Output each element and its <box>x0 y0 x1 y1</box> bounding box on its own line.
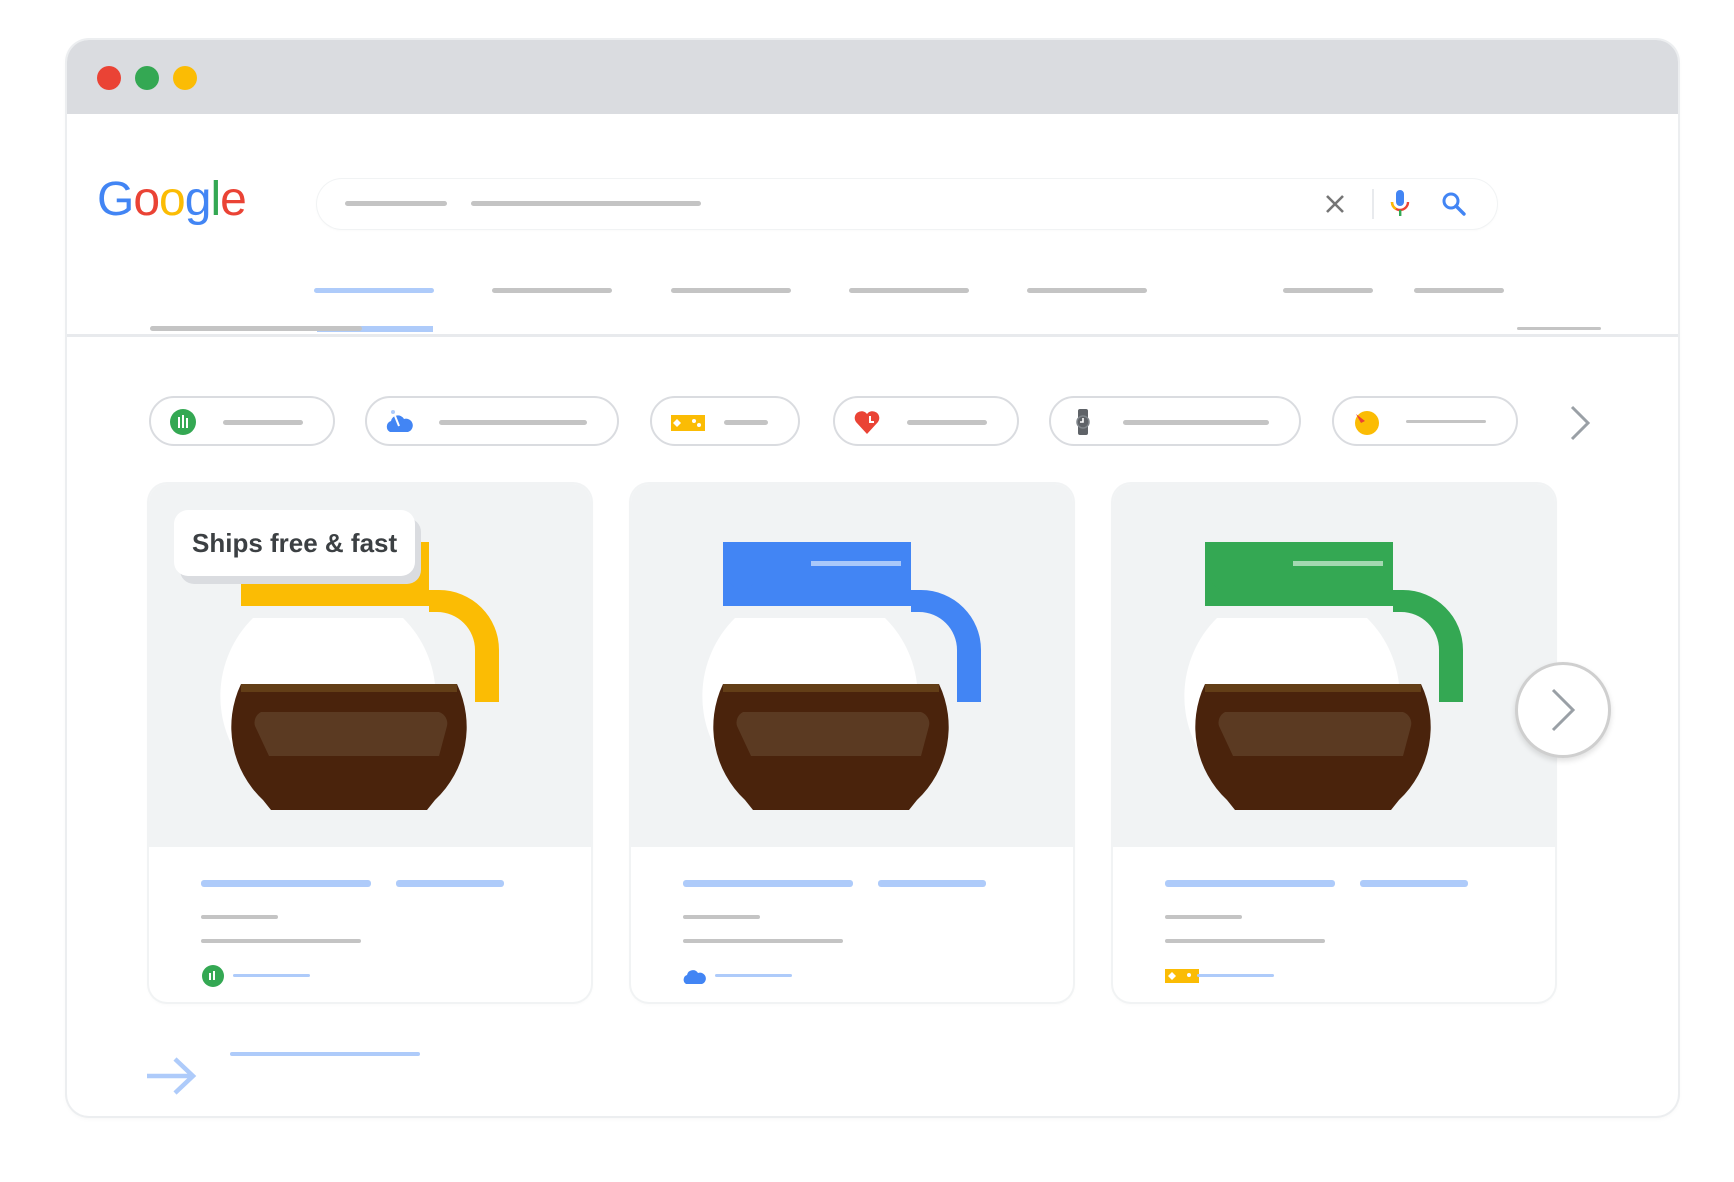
filter-chip[interactable] <box>365 396 619 446</box>
logo-letter: o <box>133 173 160 226</box>
seller-name-placeholder[interactable] <box>715 974 792 977</box>
heart-icon <box>854 411 880 434</box>
carousel-next-button[interactable] <box>1515 662 1611 758</box>
tab-all[interactable] <box>314 288 434 293</box>
minimize-window-button[interactable] <box>135 66 159 90</box>
cloud-icon <box>386 410 413 432</box>
query-text-placeholder <box>345 201 447 206</box>
microphone-icon[interactable] <box>1385 189 1415 219</box>
pizza-icon <box>1355 411 1379 435</box>
search-icon[interactable] <box>1439 189 1469 219</box>
seller-name-placeholder[interactable] <box>1197 974 1274 977</box>
search-divider <box>1372 189 1374 219</box>
filter-chip[interactable] <box>149 396 335 446</box>
ticket-icon <box>671 415 705 431</box>
product-title-placeholder[interactable] <box>683 880 853 887</box>
logo-letter: l <box>210 173 221 226</box>
details-placeholder <box>201 939 361 943</box>
price-placeholder <box>683 915 760 919</box>
chip-label-placeholder <box>1406 420 1486 423</box>
chip-label-placeholder <box>724 420 768 425</box>
logo-letter: e <box>220 173 247 226</box>
product-image[interactable] <box>631 484 1073 847</box>
coffee-pot-icon <box>1184 542 1463 810</box>
product-title-placeholder[interactable] <box>396 880 504 887</box>
details-placeholder <box>1165 939 1325 943</box>
search-header: Google <box>67 114 1678 337</box>
search-box[interactable] <box>317 179 1497 229</box>
chip-label-placeholder <box>907 420 987 425</box>
product-image[interactable] <box>1113 484 1555 847</box>
tab-settings[interactable] <box>1414 288 1504 293</box>
tab-5[interactable] <box>1027 288 1147 293</box>
price-placeholder <box>1165 915 1242 919</box>
chips-next-icon[interactable] <box>1567 403 1593 443</box>
chip-label-placeholder <box>223 420 303 425</box>
chevron-right-icon <box>1551 688 1576 732</box>
arrow-right-icon[interactable] <box>145 1055 199 1097</box>
seller-name-placeholder[interactable] <box>233 974 310 977</box>
maximize-window-button[interactable] <box>173 66 197 90</box>
tab-2[interactable] <box>492 288 612 293</box>
browser-window: Google Ships free & fast <box>67 40 1678 1116</box>
close-window-button[interactable] <box>97 66 121 90</box>
product-title-placeholder[interactable] <box>1360 880 1468 887</box>
logo-letter: o <box>159 173 186 226</box>
google-logo[interactable]: Google <box>97 172 247 227</box>
product-image[interactable]: Ships free & fast <box>149 484 591 847</box>
more-results-link-placeholder[interactable] <box>230 1052 420 1056</box>
filter-chip[interactable] <box>1049 396 1301 446</box>
coffee-pot-icon <box>702 542 981 810</box>
filter-chip[interactable] <box>1332 396 1518 446</box>
eco-leaf-icon <box>202 965 224 987</box>
tab-tools[interactable] <box>1283 288 1373 293</box>
product-title-placeholder[interactable] <box>1165 880 1335 887</box>
chip-label-placeholder <box>1123 420 1269 425</box>
cloud-icon <box>683 970 706 984</box>
product-card[interactable]: Ships free & fast <box>149 484 591 1002</box>
price-placeholder <box>201 915 278 919</box>
query-text-placeholder <box>471 201 701 206</box>
chip-label-placeholder <box>439 420 587 425</box>
title-bar <box>67 40 1678 114</box>
eco-leaf-icon <box>170 409 196 435</box>
results-heading-placeholder <box>150 326 362 331</box>
filter-chip[interactable] <box>833 396 1019 446</box>
logo-letter: g <box>184 173 212 226</box>
product-card[interactable] <box>631 484 1073 1002</box>
watch-icon <box>1076 409 1090 435</box>
tab-3[interactable] <box>671 288 791 293</box>
shipping-badge: Ships free & fast <box>174 510 416 576</box>
tab-4[interactable] <box>849 288 969 293</box>
product-title-placeholder[interactable] <box>878 880 986 887</box>
clear-icon[interactable] <box>1320 189 1350 219</box>
logo-letter: G <box>97 173 134 226</box>
details-placeholder <box>683 939 843 943</box>
product-title-placeholder[interactable] <box>201 880 371 887</box>
ticket-icon <box>1165 969 1199 983</box>
more-link-placeholder[interactable] <box>1517 327 1601 330</box>
product-card[interactable] <box>1113 484 1555 1002</box>
filter-chip[interactable] <box>650 396 800 446</box>
